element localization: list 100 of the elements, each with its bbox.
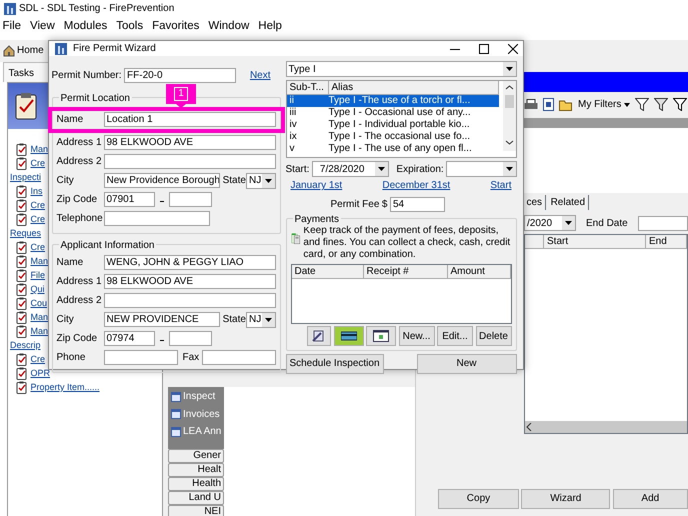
text-field[interactable]: 07974 — [104, 331, 154, 346]
tab[interactable]: Tasks — [2, 62, 48, 82]
text-field[interactable] — [104, 211, 210, 226]
folder-icon[interactable] — [559, 98, 573, 110]
list-row[interactable]: iii Type I - Occasional use of any... — [286, 106, 498, 118]
text-field[interactable]: 98 ELKWOOD AVE — [104, 274, 276, 289]
task-link[interactable]: Reques — [10, 226, 42, 240]
action-button[interactable]: New — [416, 354, 516, 374]
menu-item[interactable]: Tools — [116, 18, 144, 36]
state-dropdown[interactable]: NJ — [246, 312, 276, 328]
text-field[interactable]: Location 1 — [104, 112, 276, 127]
text-field[interactable] — [104, 350, 178, 365]
text-field[interactable]: 98 ELKWOOD AVE — [104, 135, 276, 150]
caret-icon[interactable] — [565, 221, 572, 225]
text-field[interactable] — [104, 154, 276, 169]
nav-item[interactable]: Inspect — [183, 389, 216, 404]
column-header[interactable]: Sub-T... — [286, 80, 328, 94]
action-button[interactable]: Schedule Inspection — [286, 354, 384, 374]
nav-button[interactable]: NEI — [168, 504, 224, 516]
nav-button[interactable]: Land U — [168, 490, 224, 504]
menu-item[interactable]: Favorites — [152, 18, 200, 36]
link[interactable]: Start — [490, 178, 512, 193]
nav-button[interactable]: Healt — [168, 462, 224, 476]
scrollbar[interactable] — [525, 420, 687, 432]
column-header[interactable]: Start — [544, 234, 646, 248]
list-row[interactable]: ix Type I - The occasional use fo... — [286, 130, 498, 142]
document-icon[interactable] — [543, 98, 554, 111]
caret-icon[interactable] — [264, 178, 272, 182]
nav-item[interactable]: LEA Ann — [183, 424, 222, 439]
task-link[interactable]: Cre — [30, 240, 46, 254]
task-link[interactable]: Man — [30, 254, 48, 268]
task-link[interactable]: Descrip — [10, 338, 41, 352]
action-button[interactable]: Copy — [438, 488, 519, 508]
list-row[interactable]: iv Type I - Individual portable kio... — [286, 118, 498, 130]
filter-icon[interactable] — [672, 98, 687, 111]
task-link[interactable]: Cou — [30, 296, 48, 310]
text-field[interactable]: NEW PROVIDENCE — [104, 312, 220, 327]
task-link[interactable]: OPR — [30, 366, 50, 380]
action-button[interactable]: Edit... — [437, 326, 473, 346]
nav-item[interactable]: Invoices — [183, 406, 220, 422]
task-link[interactable]: Cre — [30, 212, 46, 226]
task-link[interactable]: File — [30, 268, 46, 282]
text-field[interactable] — [168, 331, 212, 346]
window-button[interactable] — [366, 326, 396, 346]
filter-icon[interactable] — [654, 98, 668, 111]
column-header[interactable]: Date — [292, 264, 364, 278]
menu-item[interactable]: Window — [208, 18, 250, 36]
action-button[interactable]: Delete — [476, 326, 512, 346]
menu-item[interactable]: View — [30, 18, 55, 36]
maximize-icon[interactable] — [479, 44, 489, 54]
menu-item[interactable]: Help — [258, 18, 282, 36]
filters-dropdown[interactable]: My Filters — [578, 97, 630, 112]
list-row[interactable]: v Type I - The use of any open fl... — [286, 142, 498, 154]
text-field[interactable] — [168, 192, 212, 207]
list-row[interactable]: ii Type I -The use of a torch or fl... — [286, 94, 498, 106]
home-button[interactable]: Home — [2, 43, 44, 58]
date-field[interactable] — [638, 216, 688, 230]
text-field[interactable]: New Providence Borough — [104, 173, 220, 188]
text-field[interactable]: WENG, JOHN & PEGGY LIAO — [104, 255, 276, 270]
caret-icon[interactable] — [264, 318, 272, 322]
menu-item[interactable]: File — [2, 18, 22, 36]
link[interactable]: January 1st — [290, 178, 342, 193]
edit-button[interactable] — [307, 326, 331, 346]
column-header[interactable]: Amount — [448, 264, 510, 278]
caret-icon[interactable] — [506, 67, 512, 71]
nav-button[interactable]: Health — [168, 476, 224, 490]
card-button[interactable] — [334, 326, 364, 346]
filter-icon[interactable] — [634, 98, 649, 111]
menu-item[interactable]: Modules — [64, 18, 108, 36]
task-link[interactable]: Cre — [30, 198, 46, 212]
column-header[interactable]: End — [646, 234, 687, 248]
task-link[interactable]: Man — [30, 310, 48, 324]
state-dropdown[interactable]: NJ — [246, 172, 276, 188]
action-button[interactable]: New... — [398, 326, 434, 346]
nav-button[interactable]: Gener — [168, 448, 224, 462]
task-link[interactable]: Property Item...... — [30, 380, 100, 394]
date-dropdown[interactable]: 7/28/2020 — [312, 161, 389, 177]
caret-icon[interactable] — [506, 167, 512, 171]
printer-icon[interactable] — [524, 98, 538, 110]
action-button[interactable]: Add — [612, 488, 688, 508]
task-link[interactable]: Cre — [30, 156, 46, 170]
action-button[interactable]: Wizard — [521, 488, 610, 508]
type-dropdown[interactable]: Type I — [286, 61, 516, 77]
date-dropdown[interactable]: /2020 — [524, 215, 576, 231]
task-link[interactable]: Man — [30, 324, 48, 338]
text-field[interactable]: FF-20-0 — [124, 68, 236, 83]
text-field[interactable]: 54 — [390, 197, 445, 212]
task-link[interactable]: Ins — [30, 184, 43, 198]
close-icon[interactable] — [508, 44, 518, 54]
task-link[interactable]: Inspecti — [10, 170, 42, 184]
task-link[interactable]: Cre — [30, 352, 46, 366]
text-field[interactable] — [202, 350, 276, 365]
task-link[interactable]: Qui — [30, 282, 45, 296]
link[interactable]: December 31st — [382, 178, 450, 193]
task-link[interactable]: Man — [30, 142, 48, 156]
column-header[interactable]: Receipt # — [364, 264, 448, 278]
link[interactable]: Next — [250, 68, 270, 83]
caret-icon[interactable] — [378, 167, 385, 171]
text-field[interactable]: 07901 — [104, 192, 154, 207]
text-field[interactable] — [104, 293, 276, 308]
